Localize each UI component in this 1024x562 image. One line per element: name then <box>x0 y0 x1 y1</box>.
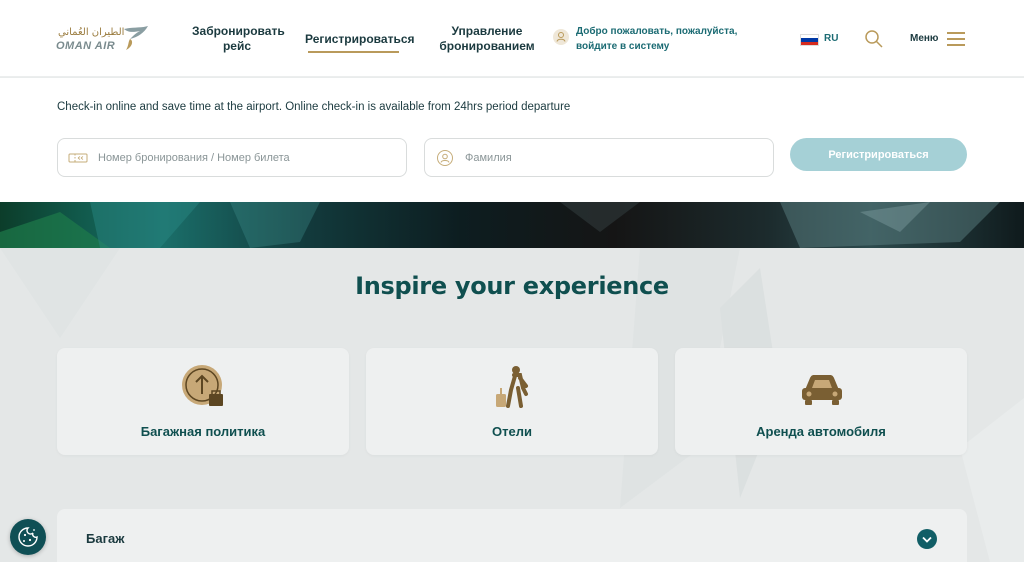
card-hotels[interactable]: Отели <box>366 348 658 455</box>
surname-input[interactable] <box>465 149 755 167</box>
site-header: الطيران العُماني OMAN AIR Забронировать … <box>0 0 1024 77</box>
login-text: Добро пожаловать, пожалуйста, войдите в … <box>576 26 738 52</box>
oman-air-logo[interactable]: الطيران العُماني OMAN AIR <box>56 24 152 54</box>
checkin-submit-button[interactable]: Регистрироваться <box>790 138 967 171</box>
checkin-panel: Check-in online and save time at the air… <box>0 78 1024 202</box>
russia-flag-icon <box>800 34 819 46</box>
inspire-section: Inspire your experience Багажная политик… <box>0 248 1024 562</box>
user-circle-icon <box>434 149 456 167</box>
accordion-label: Багаж <box>86 531 125 546</box>
logo-brand-text: OMAN AIR <box>56 40 116 52</box>
cookie-settings-button[interactable] <box>10 519 46 555</box>
chevron-down-icon[interactable] <box>917 529 937 549</box>
logo-emblem-icon <box>124 26 148 50</box>
nav-check-in[interactable]: Регистрироваться <box>305 32 415 47</box>
baggage-upload-icon <box>181 364 227 410</box>
hero-image <box>0 202 1024 248</box>
checkin-info-text: Check-in online and save time at the air… <box>57 101 571 113</box>
section-title: Inspire your experience <box>355 272 669 300</box>
menu-button[interactable]: Меню <box>908 30 968 48</box>
logo-arabic-text: الطيران العُماني <box>58 27 125 38</box>
traveler-luggage-icon <box>490 364 536 410</box>
accordion-baggage[interactable]: Багаж <box>57 509 967 562</box>
nav-manage-booking[interactable]: Управление бронированием <box>438 24 536 54</box>
card-label: Багажная политика <box>140 424 266 439</box>
language-selector[interactable]: RU <box>800 33 842 47</box>
user-icon <box>553 29 569 45</box>
nav-book-flight[interactable]: Забронировать рейс <box>192 24 285 54</box>
surname-field[interactable] <box>424 138 774 177</box>
card-label: Аренда автомобиля <box>756 424 886 439</box>
card-label: Отели <box>492 424 532 439</box>
menu-label: Меню <box>910 33 939 44</box>
hamburger-icon <box>947 32 965 46</box>
car-icon <box>799 364 845 410</box>
active-nav-underline <box>308 51 399 53</box>
search-icon[interactable] <box>864 29 884 49</box>
card-car-rental[interactable]: Аренда автомобиля <box>675 348 967 455</box>
card-baggage-policy[interactable]: Багажная политика <box>57 348 349 455</box>
cookie-icon <box>18 527 38 547</box>
ticket-icon <box>67 149 89 167</box>
booking-number-field[interactable] <box>57 138 407 177</box>
booking-number-input[interactable] <box>98 149 388 167</box>
language-code: RU <box>824 33 839 44</box>
